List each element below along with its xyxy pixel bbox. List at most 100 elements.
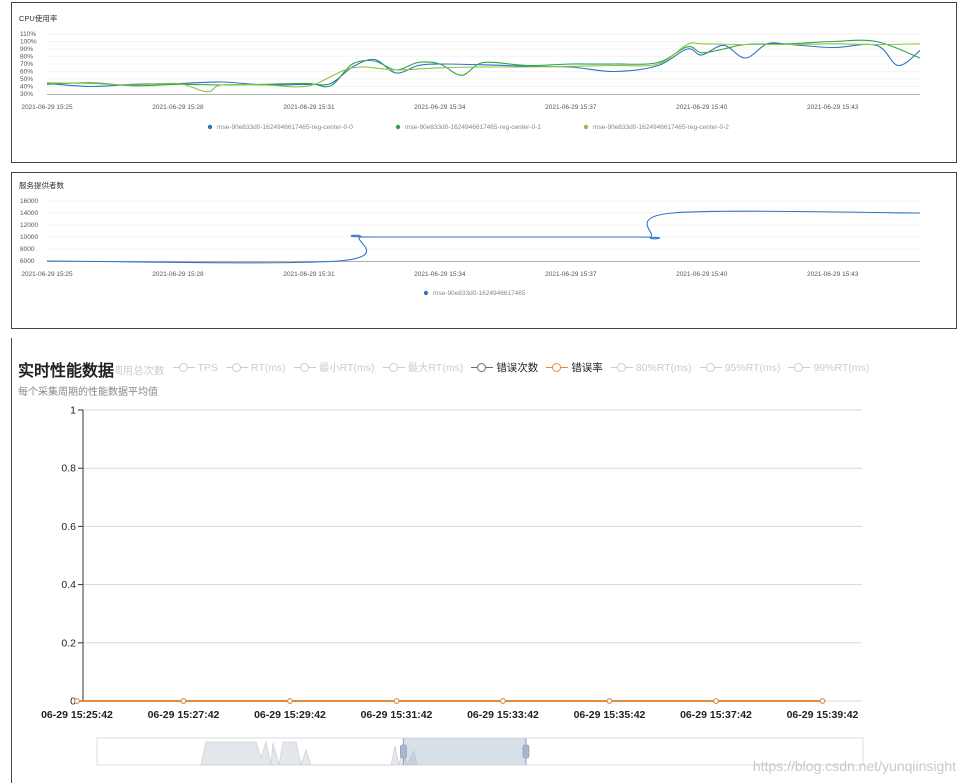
- y-tick-label: 40%: [20, 84, 33, 91]
- legend-item-9[interactable]: 99%RT(ms): [788, 362, 869, 374]
- rt-point-1: [500, 698, 506, 704]
- y-tick-label: 14000: [20, 210, 38, 217]
- x-tick-label: 2021-06-29 15:40: [676, 104, 728, 111]
- legend-item-6[interactable]: 错误率: [546, 360, 603, 375]
- legend-dot-1: [395, 124, 401, 130]
- legend-item-8[interactable]: 95%RT(ms): [699, 361, 781, 374]
- legend-label: TPS: [197, 361, 218, 374]
- legend-marker-icon: [610, 362, 633, 374]
- legend-label-0: mse-90e833d0-1624946617465-reg-center-0-…: [217, 124, 353, 131]
- legend-label-2: mse-90e833d0-1624946617465-reg-center-0-…: [593, 124, 729, 131]
- series-line-0: [46, 42, 921, 88]
- legend-label: 最大RT(ms): [407, 362, 464, 374]
- rt-y-tick-label: 0.6: [61, 521, 76, 533]
- y-tick-label: 30%: [20, 91, 33, 98]
- rt-point-1: [819, 698, 826, 704]
- rt-x-tick-label: 06-29 15:31:42: [361, 709, 433, 721]
- rt-point-1: [74, 698, 80, 704]
- rt-y-tick-label: 1: [70, 405, 76, 417]
- legend-label-1: mse-90e833d0-1624946617465-reg-center-0-…: [405, 124, 541, 131]
- cpu-usage-chart: 110%100%90%80%70%60%50%40%30% 2021-06-29 …: [20, 31, 921, 131]
- legend-item-1[interactable]: TPS: [172, 361, 218, 374]
- legend-dot-2: [583, 124, 589, 130]
- y-tick-label: 12000: [20, 222, 38, 229]
- rt-y-tick-label: 0.4: [61, 579, 76, 591]
- x-tick-label: 2021-06-29 15:43: [807, 104, 859, 111]
- legend-marker-icon: [546, 362, 569, 374]
- rt-point-1: [713, 698, 719, 704]
- legend-label: 错误次数: [496, 362, 539, 374]
- y-tick-label: 100%: [20, 39, 37, 46]
- legend-marker-icon: [172, 362, 195, 374]
- rt-x-tick-label: 06-29 15:25:42: [41, 709, 113, 721]
- rt-x-tick-label: 06-29 15:35:42: [574, 709, 646, 721]
- rt-x-tick-label: 06-29 15:33:42: [467, 709, 539, 721]
- y-tick-label: 16000: [20, 198, 38, 205]
- legend-item-7[interactable]: 80%RT(ms): [610, 362, 692, 374]
- rt-y-tick-label: 0.8: [61, 463, 76, 475]
- x-tick-label: 2021-06-29 15:25: [21, 271, 73, 278]
- y-tick-label: 80%: [20, 54, 33, 61]
- legend-label: 调用总次数: [112, 364, 165, 377]
- rt-x-tick-label: 06-29 15:39:42: [787, 709, 859, 721]
- y-tick-label: 60%: [20, 69, 33, 76]
- y-tick-label: 6000: [20, 258, 35, 265]
- legend-dot-0: [207, 124, 213, 130]
- x-tick-label: 2021-06-29 15:37: [545, 271, 597, 278]
- y-tick-label: 70%: [20, 61, 33, 68]
- y-tick-label: 90%: [20, 46, 33, 53]
- zoom-handle-1: [522, 744, 530, 759]
- x-tick-label: 2021-06-29 15:31: [283, 104, 335, 111]
- legend-marker-icon: [699, 362, 722, 374]
- legend-marker-icon: [788, 362, 811, 374]
- zoom-selection: [403, 738, 526, 765]
- cpu-usage-panel: CPU使用率 110% 100% 90% 80% 70% 60% 50% 40% 30% 2021…: [11, 2, 957, 163]
- legend-label: 95%RT(ms): [724, 361, 781, 374]
- legend-item-2[interactable]: RT(ms): [225, 361, 286, 374]
- legend-label-0: mse-90e833d0-1624946617465: [433, 290, 526, 297]
- x-tick-label: 2021-06-29 15:43: [807, 271, 859, 278]
- legend-marker-icon: [225, 362, 248, 374]
- legend-label: 99%RT(ms): [813, 361, 870, 374]
- legend-item-4[interactable]: 最大RT(ms): [382, 360, 464, 375]
- legend-item-0[interactable]: 调用总次数: [112, 363, 165, 378]
- y-tick-label: 8000: [20, 246, 35, 253]
- legend-item-3[interactable]: 最小RT(ms): [293, 360, 375, 375]
- series-line-1: [46, 39, 921, 88]
- x-tick-label: 2021-06-29 15:40: [676, 271, 728, 278]
- legend-label: 错误率: [571, 362, 603, 374]
- zoom-handle-0: [399, 744, 407, 759]
- rt-point-1: [180, 698, 187, 704]
- x-tick-label: 2021-06-29 15:31: [283, 271, 335, 278]
- x-tick-label: 2021-06-29 15:28: [152, 271, 204, 278]
- rt-x-tick-label: 06-29 15:29:42: [254, 709, 326, 721]
- x-tick-label: 2021-06-29 15:37: [545, 104, 597, 111]
- x-tick-label: 2021-06-29 15:25: [21, 104, 73, 111]
- x-tick-label: 2021-06-29 15:28: [152, 104, 204, 111]
- legend-label: 最小RT(ms): [318, 362, 375, 374]
- realtime-legend: 调用总次数 TPS RT(ms) 最小RT(ms) 最大RT(ms) 错误次数 错误率 80%…: [112, 360, 877, 377]
- y-tick-label: 10000: [20, 234, 38, 241]
- rt-point-1: [287, 698, 293, 704]
- rt-x-tick-label: 06-29 15:27:42: [148, 709, 220, 721]
- legend-item-5[interactable]: 错误次数: [471, 360, 538, 375]
- y-tick-label: 110%: [20, 31, 36, 38]
- rt-point-1: [606, 698, 613, 704]
- y-tick-label: 50%: [20, 76, 33, 83]
- rt-y-tick-label: 0.2: [61, 637, 76, 649]
- realtime-title: 实时性能数据: [18, 357, 117, 381]
- x-tick-label: 2021-06-29 15:34: [414, 271, 466, 278]
- provider-count-panel: 服务提供者数 16000 14000 12000 10000 8000 6000 2021-…: [11, 172, 957, 329]
- watermark-text: https://blog.csdn.net/yunqiinsight: [752, 758, 956, 774]
- realtime-performance-panel: 1 0.8 0.6 0.4 0.2 0 06-29 15:25:42 06-29 15:27:…: [11, 338, 964, 783]
- rt-point-1: [393, 698, 400, 704]
- legend-marker-icon: [471, 362, 494, 374]
- legend-label: RT(ms): [250, 361, 286, 374]
- legend-marker-icon: [382, 362, 405, 374]
- legend-dot-0: [423, 290, 429, 296]
- x-tick-label: 2021-06-29 15:34: [414, 104, 466, 111]
- legend-marker-icon: [293, 362, 316, 374]
- rt-x-tick-label: 06-29 15:37:42: [680, 709, 752, 721]
- provider-count-chart: 16000 14000 12000 10000 8000 6000 2021-06-29 1…: [20, 198, 921, 297]
- realtime-performance-chart: 10.80.60.40.2006-29 15:25:42 06-29 15:27:…: [41, 405, 864, 767]
